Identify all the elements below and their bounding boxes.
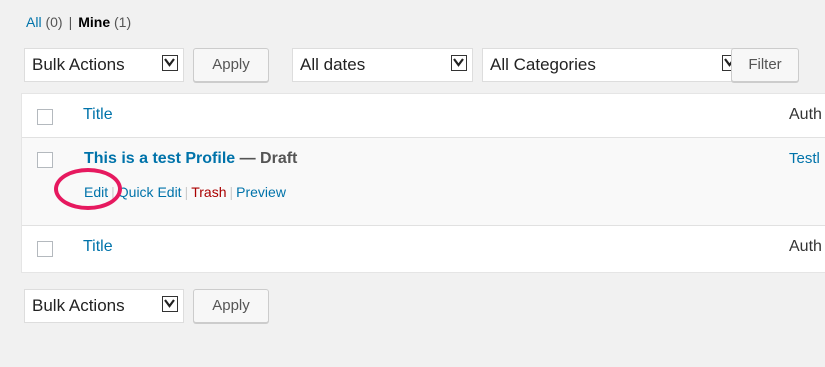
title-column-header[interactable]: Title — [83, 106, 113, 124]
chevron-down-icon — [162, 296, 178, 312]
preview-link[interactable]: Preview — [236, 184, 286, 200]
status-filters: All (0) | Mine (1) — [26, 14, 131, 30]
chevron-down-icon — [451, 55, 467, 71]
select-all-checkbox[interactable] — [37, 241, 53, 257]
bulk-actions-select[interactable]: Bulk Actions — [24, 289, 184, 323]
post-title: This is a test Profile — Draft — [84, 150, 297, 168]
trash-link[interactable]: Trash — [191, 184, 226, 200]
apply-button[interactable]: Apply — [193, 48, 269, 82]
filter-button[interactable]: Filter — [731, 48, 799, 82]
post-title-link[interactable]: This is a test Profile — [84, 150, 235, 167]
title-column-footer[interactable]: Title — [83, 238, 113, 256]
posts-table: Title Auth This is a test Profile — Draf… — [21, 93, 825, 273]
post-state-separator: — — [235, 150, 261, 167]
table-footer: Title Auth — [22, 225, 825, 273]
post-state: Draft — [260, 150, 298, 167]
row-actions: Edit | Quick Edit | Trash | Preview — [84, 184, 286, 200]
table-row: This is a test Profile — Draft Edit | Quic… — [22, 138, 825, 225]
filter-separator: | — [68, 14, 73, 30]
chevron-down-icon — [162, 55, 178, 71]
quick-edit-link[interactable]: Quick Edit — [118, 184, 182, 200]
author-column-header: Auth — [789, 106, 822, 123]
select-all-checkbox[interactable] — [37, 109, 53, 125]
row-checkbox[interactable] — [37, 152, 53, 168]
bulk-actions-select[interactable]: Bulk Actions — [24, 48, 184, 82]
filter-all-link[interactable]: All (0) — [26, 14, 63, 30]
dates-select[interactable]: All dates — [292, 48, 473, 82]
filter-mine-link[interactable]: Mine (1) — [78, 14, 131, 30]
categories-select[interactable]: All Categories — [482, 48, 744, 82]
table-header: Title Auth — [22, 94, 825, 138]
edit-link[interactable]: Edit — [84, 184, 108, 200]
apply-button[interactable]: Apply — [193, 289, 269, 323]
post-author-link[interactable]: Testl — [789, 150, 820, 167]
author-column-footer: Auth — [789, 238, 822, 255]
